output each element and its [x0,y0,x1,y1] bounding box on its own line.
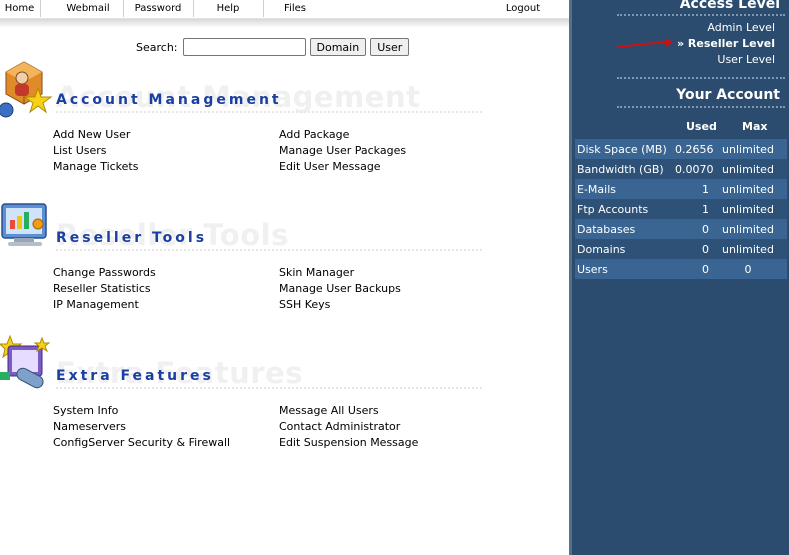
section-title: Account Management [56,92,282,108]
link-ssh-keys[interactable]: SSH Keys [279,298,330,312]
link-ip-management[interactable]: IP Management [53,298,139,312]
level-reseller-link[interactable]: » Reseller Level [677,37,775,50]
nav-divider [40,0,41,17]
stat-used: 1 [702,182,709,196]
link-skin-manager[interactable]: Skin Manager [279,266,354,280]
stat-used: 0 [702,262,709,276]
stat-label: Bandwidth (GB) [577,162,664,176]
table-row: Users 0 0 [575,259,787,279]
search-input[interactable] [182,38,306,56]
extra-features-icon [0,334,51,389]
stat-label: Ftp Accounts [577,202,649,216]
red-arrow-icon [616,38,673,48]
section-divider [56,111,482,113]
stat-max: unlimited [722,182,774,196]
table-row: Domains 0 unlimited [575,239,787,259]
section-extra-features: Extra Features Extra Features System Inf… [0,334,569,464]
stat-label: Domains [577,242,626,256]
link-message-all-users[interactable]: Message All Users [279,404,379,418]
your-account-heading: Your Account [676,87,780,103]
nav-shadow [0,19,569,28]
link-manage-tickets[interactable]: Manage Tickets [53,160,138,174]
link-reseller-statistics[interactable]: Reseller Statistics [53,282,151,296]
column-header-max: Max [742,120,768,133]
table-row: Disk Space (MB) 0.2656 unlimited [575,139,787,159]
stat-used: 0 [702,242,709,256]
table-row: Ftp Accounts 1 unlimited [575,199,787,219]
nav-home[interactable]: Home [0,0,39,18]
link-manage-user-backups[interactable]: Manage User Backups [279,282,401,296]
link-add-package[interactable]: Add Package [279,128,349,142]
stat-used: 0.0070 [675,162,714,176]
account-panel: Access Level Admin Level » Reseller Leve… [569,0,789,555]
stat-max: 0 [744,262,752,276]
link-add-new-user[interactable]: Add New User [53,128,130,142]
stat-label: Disk Space (MB) [577,142,667,156]
table-row: Databases 0 unlimited [575,219,787,239]
link-list-users[interactable]: List Users [53,144,107,158]
link-configserver-security-firewall[interactable]: ConfigServer Security & Firewall [53,436,230,450]
section-account-management: Account Management Account Management Ad… [0,58,569,188]
link-edit-user-message[interactable]: Edit User Message [279,160,381,174]
link-nameservers[interactable]: Nameservers [53,420,126,434]
stat-max: unlimited [722,142,774,156]
level-user-link[interactable]: User Level [717,53,775,66]
stat-label: Users [577,262,608,276]
level-admin-link[interactable]: Admin Level [707,21,775,34]
section-divider [56,387,482,389]
nav-webmail[interactable]: Webmail [55,0,121,18]
stat-max: unlimited [722,162,774,176]
search-bar: Search: Domain User [136,38,410,56]
panel-divider [617,77,785,79]
link-change-passwords[interactable]: Change Passwords [53,266,156,280]
reseller-tools-icon [1,203,47,246]
panel-divider [617,106,785,108]
nav-files[interactable]: Files [264,0,326,18]
search-label: Search: [136,40,178,54]
stat-used: 0 [702,222,709,236]
nav-password[interactable]: Password [124,0,192,18]
link-manage-user-packages[interactable]: Manage User Packages [279,144,406,158]
section-reseller-tools: Reseller Tools Reseller Tools Change Pas… [0,196,569,326]
nav-logout[interactable]: Logout [494,0,552,18]
table-row: Bandwidth (GB) 0.0070 unlimited [575,159,787,179]
access-level-heading: Access Level [679,0,780,12]
stat-used: 1 [702,202,709,216]
usage-table: Disk Space (MB) 0.2656 unlimited Bandwid… [575,139,787,279]
stat-label: Databases [577,222,636,236]
stat-used: 0.2656 [675,142,714,156]
panel-divider [617,14,785,16]
account-management-icon [0,61,53,118]
stat-label: E-Mails [577,182,616,196]
section-title: Extra Features [56,368,214,384]
search-user-button[interactable]: User [370,38,410,56]
stat-max: unlimited [722,242,774,256]
stat-max: unlimited [722,222,774,236]
search-domain-button[interactable]: Domain [309,38,367,56]
section-divider [56,249,482,251]
stat-max: unlimited [722,202,774,216]
link-edit-suspension-message[interactable]: Edit Suspension Message [279,436,418,450]
link-contact-administrator[interactable]: Contact Administrator [279,420,400,434]
link-system-info[interactable]: System Info [53,404,118,418]
nav-help[interactable]: Help [194,0,262,18]
column-header-used: Used [686,120,717,133]
top-nav: Home Webmail Password Help Files Logout [0,0,569,19]
table-row: E-Mails 1 unlimited [575,179,787,199]
section-title: Reseller Tools [56,230,208,246]
